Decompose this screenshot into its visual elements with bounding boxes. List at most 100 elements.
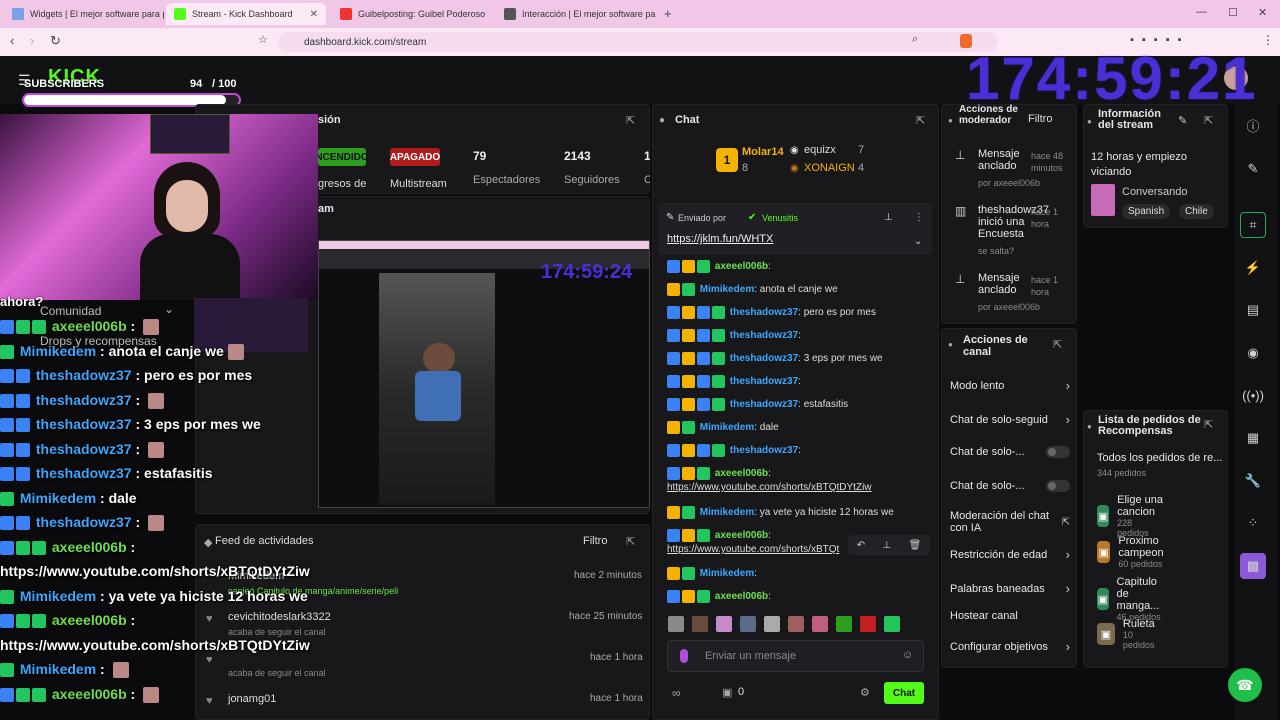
delete-icon[interactable]: 🗑: [909, 540, 922, 551]
chat-username[interactable]: Mimikedem: [697, 507, 754, 518]
channel-action-item[interactable]: Moderación del chat con IA ⇱: [950, 510, 1070, 534]
chevron-right-icon[interactable]: ›: [1066, 547, 1070, 562]
chat-username[interactable]: axeeel006b: [712, 261, 768, 272]
chat-username[interactable]: Mimikedem: [697, 422, 754, 433]
emote-icon[interactable]: [692, 616, 708, 632]
wrench-icon[interactable]: 🔧: [1240, 468, 1266, 494]
emote-icon[interactable]: [716, 616, 732, 632]
chevron-right-icon[interactable]: ›: [1066, 639, 1070, 654]
app-icon[interactable]: ▩: [1240, 553, 1266, 579]
reward-item[interactable]: ▣ Ruleta 10 pedidos: [1097, 618, 1159, 650]
toggle-switch[interactable]: [1046, 446, 1070, 458]
expand-icon[interactable]: ⇱: [626, 535, 635, 548]
chevron-down-icon[interactable]: ⌄: [164, 302, 174, 316]
pinned-link[interactable]: https://jklm.fun/WHTX: [667, 233, 773, 245]
activity-filter-button[interactable]: Filtro: [583, 535, 607, 547]
multistream-label[interactable]: Multistream: [390, 178, 447, 190]
chat-bubble-icon[interactable]: ◉: [1240, 340, 1266, 366]
channel-action-item[interactable]: Chat de solo-...: [950, 446, 1070, 458]
forward-icon[interactable]: ›: [30, 33, 34, 48]
reward-item[interactable]: ▣ Elige una cancion 228 pedidos: [1097, 494, 1165, 538]
lightning-icon[interactable]: ⚡: [1240, 255, 1266, 281]
document-icon[interactable]: ▤: [1240, 297, 1266, 323]
leader-second-name[interactable]: equizx: [804, 144, 836, 156]
edit-icon[interactable]: ✎: [1240, 156, 1266, 182]
chevron-down-icon[interactable]: ⌄: [914, 236, 922, 247]
emote-icon[interactable]: [836, 616, 852, 632]
chat-username[interactable]: theshadowz37: [727, 307, 798, 318]
category-name[interactable]: Conversando: [1122, 186, 1187, 198]
emoji-icon[interactable]: ☺: [902, 649, 913, 661]
toggle-switch[interactable]: [1046, 480, 1070, 492]
chat-link[interactable]: https://www.youtube.com/shorts/xBTQtDYtZ…: [667, 482, 872, 493]
browser-tab[interactable]: Interacción | El mejor software pa: [496, 3, 656, 25]
all-rewards-label[interactable]: Todos los pedidos de re...: [1097, 452, 1222, 464]
channel-action-item[interactable]: Modo lento ›: [950, 378, 1070, 393]
mod-filter-button[interactable]: Filtro: [1028, 113, 1052, 125]
pin-icon[interactable]: ⊥: [882, 540, 891, 551]
chevron-right-icon[interactable]: ›: [1066, 378, 1070, 393]
channel-action-item[interactable]: Configurar objetivos ›: [950, 639, 1070, 654]
tag-chip[interactable]: Chile: [1179, 204, 1214, 219]
channel-action-item[interactable]: Restricción de edad ›: [950, 547, 1070, 562]
dots-icon[interactable]: ⁘: [1240, 510, 1266, 536]
channel-action-item[interactable]: Chat de solo-seguid ›: [950, 412, 1070, 427]
browser-tab[interactable]: Widgets | El mejor software para pot: [4, 3, 164, 25]
chat-username[interactable]: axeeel006b: [712, 530, 768, 541]
chat-username[interactable]: theshadowz37: [727, 353, 798, 364]
community-label[interactable]: Comunidad: [40, 304, 101, 318]
browser-tab-active[interactable]: Stream - Kick Dashboard ✕: [166, 3, 326, 25]
expand-icon[interactable]: ⇱: [1053, 338, 1062, 351]
send-chat-button[interactable]: Chat: [884, 682, 924, 704]
channel-action-item[interactable]: Hostear canal: [950, 610, 1070, 622]
minimize-icon[interactable]: —: [1196, 6, 1207, 18]
chat-username[interactable]: axeeel006b: [712, 591, 768, 602]
more-options-icon[interactable]: ⋮: [914, 212, 924, 223]
channel-action-item[interactable]: Palabras baneadas ›: [950, 581, 1070, 596]
status-on-badge[interactable]: NCENDIDO: [315, 148, 369, 166]
tag-chip[interactable]: Spanish: [1122, 204, 1171, 219]
emote-icon[interactable]: [764, 616, 780, 632]
bookmark-icon[interactable]: ☆: [258, 33, 268, 46]
expand-icon[interactable]: ⇱: [916, 114, 925, 127]
info-icon[interactable]: ⓘ: [1240, 112, 1266, 138]
chat-username[interactable]: theshadowz37: [727, 445, 798, 456]
emote-icon[interactable]: [788, 616, 804, 632]
browser-tab[interactable]: Guibelposting: Guibel Poderoso: [332, 3, 492, 25]
expand-icon[interactable]: ⇱: [1204, 418, 1213, 431]
close-window-icon[interactable]: ✕: [1258, 6, 1267, 19]
url-input[interactable]: dashboard.kick.com/stream: [278, 32, 998, 52]
broadcast-icon[interactable]: ((•)): [1240, 382, 1266, 408]
menu-icon[interactable]: ⋮: [1262, 33, 1274, 47]
unpin-icon[interactable]: ⊥: [884, 212, 893, 223]
leader-third-name[interactable]: XONAIGN: [804, 162, 855, 174]
chat-username[interactable]: theshadowz37: [727, 376, 798, 387]
chevron-right-icon[interactable]: ›: [1066, 412, 1070, 427]
infinity-icon[interactable]: ∞: [672, 686, 681, 700]
maximize-icon[interactable]: ☐: [1228, 6, 1238, 19]
support-chat-icon[interactable]: ☎: [1228, 668, 1262, 702]
emote-icon[interactable]: [860, 616, 876, 632]
settings-gear-icon[interactable]: ⚙: [860, 686, 870, 699]
reload-icon[interactable]: ↻: [50, 33, 61, 49]
reward-item[interactable]: ▣ Capitulo de manga... 46 pedidos: [1097, 576, 1170, 622]
chat-link[interactable]: https://www.youtube.com/shorts/xBTQt: [667, 544, 839, 555]
emote-icon[interactable]: [884, 616, 900, 632]
edit-icon[interactable]: ✎: [1178, 114, 1187, 127]
pinned-by-user[interactable]: Venusitis: [762, 213, 798, 223]
zoom-icon[interactable]: ⌕: [912, 33, 918, 46]
emote-icon[interactable]: [812, 616, 828, 632]
chat-username[interactable]: axeeel006b: [712, 468, 768, 479]
stream-video-preview[interactable]: 174:59:24: [318, 240, 650, 508]
chat-username[interactable]: theshadowz37: [727, 330, 798, 341]
reply-icon[interactable]: ↶: [857, 540, 865, 551]
status-off-badge[interactable]: APAGADO: [390, 148, 440, 166]
emote-icon[interactable]: [740, 616, 756, 632]
expand-icon[interactable]: ⇱: [1204, 114, 1213, 127]
chat-username[interactable]: Mimikedem: [697, 284, 754, 295]
emote-icon[interactable]: [668, 616, 684, 632]
chat-username[interactable]: theshadowz37: [727, 399, 798, 410]
close-tab-icon[interactable]: ✕: [310, 9, 318, 20]
panel-icon[interactable]: ▦: [1240, 425, 1266, 451]
external-link-icon[interactable]: ⇱: [1062, 517, 1070, 528]
